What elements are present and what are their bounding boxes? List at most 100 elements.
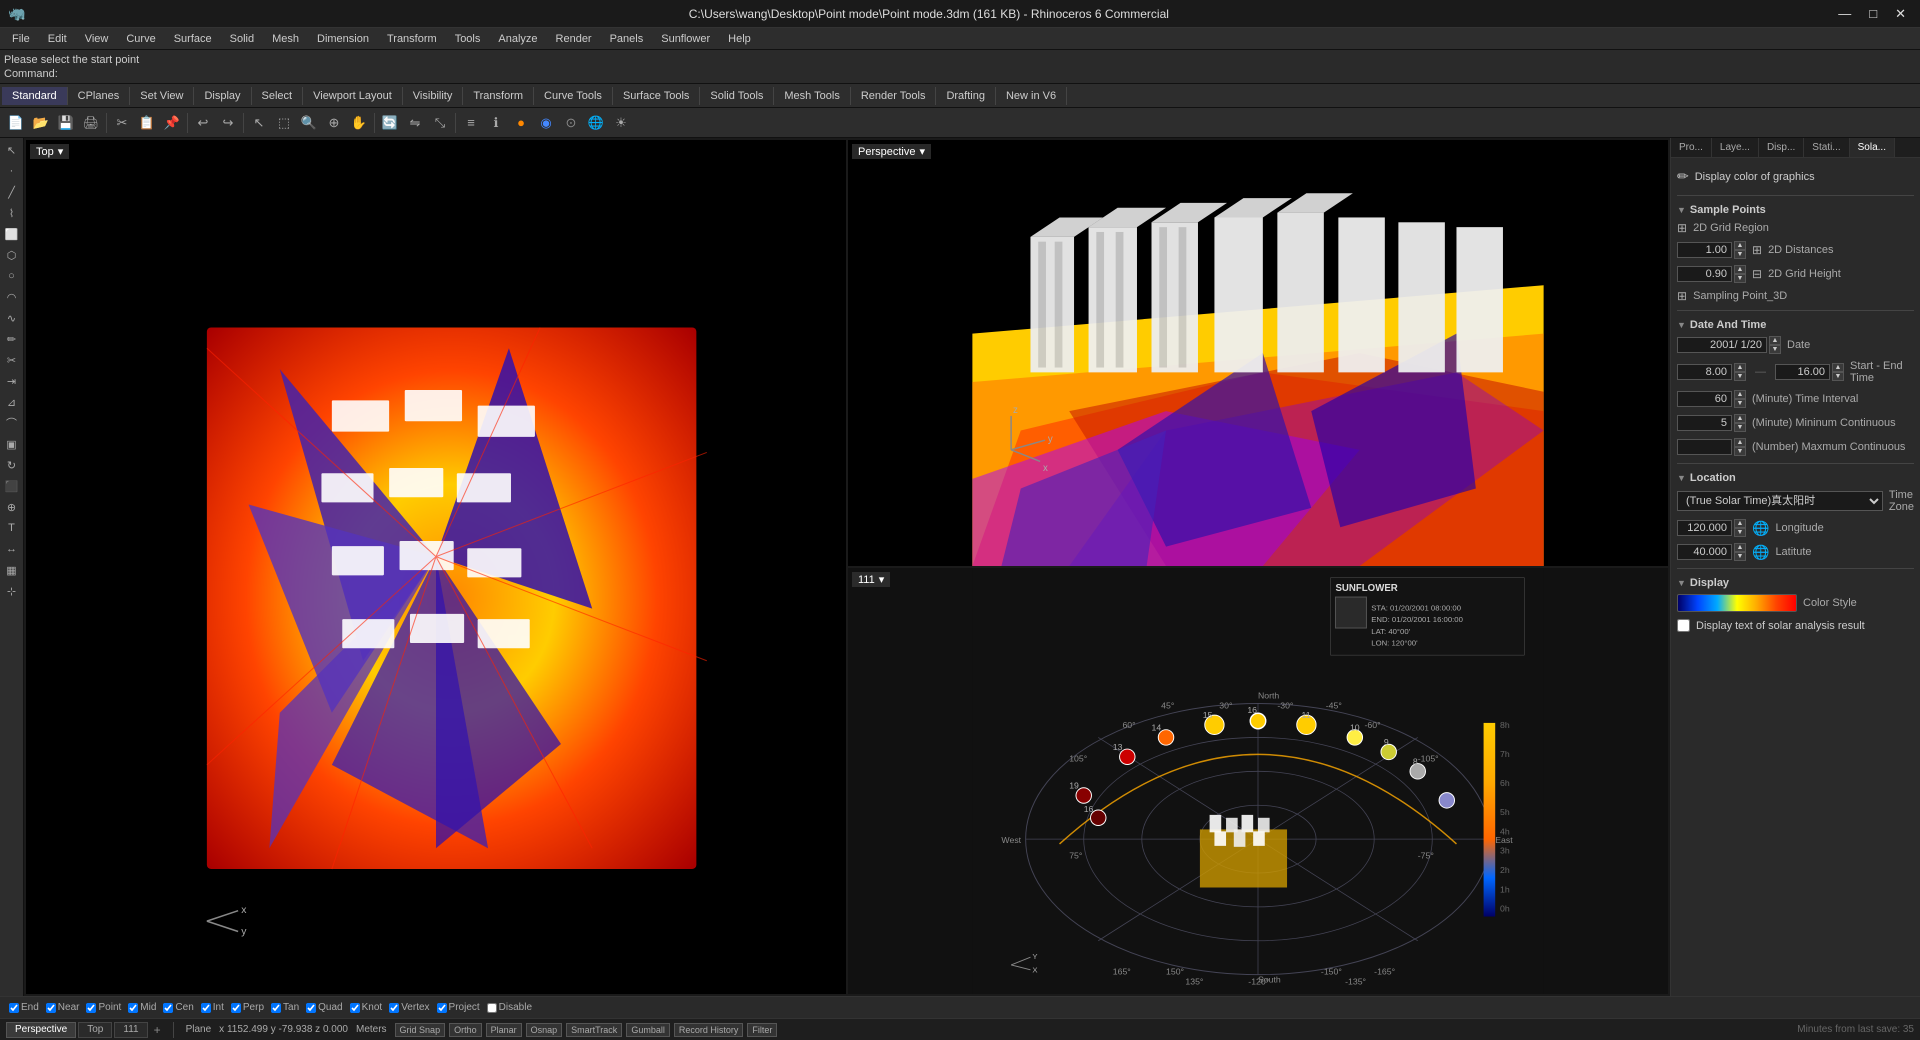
date-input[interactable]: [1677, 337, 1767, 353]
min-continuous-input[interactable]: [1677, 415, 1732, 431]
latitude-up[interactable]: ▲: [1734, 543, 1746, 552]
pan-icon[interactable]: ✋: [347, 111, 371, 135]
text-tool[interactable]: T: [2, 518, 22, 538]
arrow-tool[interactable]: ↖: [2, 140, 22, 160]
toolbar-tab-cplanes[interactable]: CPlanes: [68, 87, 131, 105]
boolean-tool[interactable]: ⊕: [2, 497, 22, 517]
menu-item-panels[interactable]: Panels: [602, 31, 652, 47]
viewport-top-label[interactable]: Top ▾: [30, 144, 69, 159]
timezone-select[interactable]: (True Solar Time)真太阳时: [1677, 491, 1883, 511]
toolbar-tab-standard[interactable]: Standard: [2, 87, 68, 105]
line-tool[interactable]: ╱: [2, 182, 22, 202]
start-down[interactable]: ▼: [1734, 372, 1746, 381]
gumball-toggle[interactable]: Gumball: [626, 1023, 670, 1037]
dimension-tool[interactable]: ↔: [2, 539, 22, 559]
toolbar-tab-viewport-layout[interactable]: Viewport Layout: [303, 87, 403, 105]
display-header[interactable]: ▼ Display: [1677, 573, 1914, 591]
print-icon[interactable]: 🖨: [79, 111, 103, 135]
viewport-perspective-label[interactable]: Perspective ▾: [852, 144, 931, 159]
window-select-icon[interactable]: ⬚: [272, 111, 296, 135]
arc-tool[interactable]: ◠: [2, 287, 22, 307]
snap-cen[interactable]: Cen: [160, 1001, 196, 1014]
start-time-input[interactable]: [1677, 364, 1732, 380]
location-header[interactable]: ▼ Location: [1677, 468, 1914, 486]
min-cont-up[interactable]: ▲: [1734, 414, 1746, 423]
toolbar-tab-set-view[interactable]: Set View: [130, 87, 194, 105]
menu-item-surface[interactable]: Surface: [166, 31, 220, 47]
move-tool[interactable]: ⊹: [2, 581, 22, 601]
polygon-tool[interactable]: ⬡: [2, 245, 22, 265]
color-icon[interactable]: ●: [509, 111, 533, 135]
add-viewport-button[interactable]: +: [150, 1022, 165, 1038]
wire-icon[interactable]: ⊙: [559, 111, 583, 135]
height-input[interactable]: [1677, 266, 1732, 282]
date-up[interactable]: ▲: [1769, 336, 1781, 345]
planar-toggle[interactable]: Planar: [486, 1023, 522, 1037]
end-down[interactable]: ▼: [1832, 372, 1844, 381]
maximize-button[interactable]: □: [1863, 4, 1883, 24]
menu-item-sunflower[interactable]: Sunflower: [653, 31, 718, 47]
mirror-icon[interactable]: ⇋: [403, 111, 427, 135]
snap-project[interactable]: Project: [434, 1001, 483, 1014]
latitude-down[interactable]: ▼: [1734, 552, 1746, 561]
viewport-perspective[interactable]: Perspective ▾: [848, 140, 1668, 566]
longitude-input[interactable]: [1677, 520, 1732, 536]
menu-item-edit[interactable]: Edit: [40, 31, 75, 47]
rp-tab-solar[interactable]: Sola...: [1850, 138, 1895, 157]
menu-item-solid[interactable]: Solid: [222, 31, 262, 47]
toolbar-tab-surface-tools[interactable]: Surface Tools: [613, 87, 700, 105]
trim-tool[interactable]: ✂: [2, 350, 22, 370]
toolbar-tab-new-in-v6[interactable]: New in V6: [996, 87, 1067, 105]
zoom-window-icon[interactable]: ⊕: [322, 111, 346, 135]
max-cont-up[interactable]: ▲: [1734, 438, 1746, 447]
height-up[interactable]: ▲: [1734, 265, 1746, 274]
toolbar-tab-drafting[interactable]: Drafting: [936, 87, 996, 105]
rp-tab-properties[interactable]: Pro...: [1671, 138, 1712, 157]
viewport-sunflower[interactable]: 111 ▾ North Sou: [848, 568, 1668, 994]
smarttrack-toggle[interactable]: SmartTrack: [566, 1023, 622, 1037]
menu-item-file[interactable]: File: [4, 31, 38, 47]
distances-up[interactable]: ▲: [1734, 241, 1746, 250]
toolbar-tab-select[interactable]: Select: [252, 87, 304, 105]
layer-icon[interactable]: ≡: [459, 111, 483, 135]
pencil-icon[interactable]: ✏: [1677, 168, 1689, 185]
copy-icon[interactable]: 📋: [135, 111, 159, 135]
select-icon[interactable]: ↖: [247, 111, 271, 135]
fillet-tool[interactable]: ⌒: [2, 413, 22, 433]
toolbar-tab-render-tools[interactable]: Render Tools: [851, 87, 937, 105]
latitude-input[interactable]: [1677, 544, 1732, 560]
interval-up[interactable]: ▲: [1734, 390, 1746, 399]
loft-tool[interactable]: ⬛: [2, 476, 22, 496]
menu-item-help[interactable]: Help: [720, 31, 759, 47]
point-tool[interactable]: ·: [2, 161, 22, 181]
menu-item-curve[interactable]: Curve: [118, 31, 163, 47]
snap-quad[interactable]: Quad: [303, 1001, 345, 1014]
menu-item-render[interactable]: Render: [548, 31, 600, 47]
snap-int[interactable]: Int: [198, 1001, 227, 1014]
menu-item-dimension[interactable]: Dimension: [309, 31, 377, 47]
osnap-toggle[interactable]: Osnap: [526, 1023, 563, 1037]
distances-down[interactable]: ▼: [1734, 250, 1746, 259]
globe-icon[interactable]: 🌐: [584, 111, 608, 135]
interval-input[interactable]: [1677, 391, 1732, 407]
viewport-sunflower-label[interactable]: 111 ▾: [852, 572, 890, 587]
curve-tool[interactable]: ∿: [2, 308, 22, 328]
extend-tool[interactable]: ⇥: [2, 371, 22, 391]
menu-item-tools[interactable]: Tools: [447, 31, 489, 47]
sunflower-icon[interactable]: ☀: [609, 111, 633, 135]
snap-point[interactable]: Point: [83, 1001, 124, 1014]
rp-tab-display[interactable]: Disp...: [1759, 138, 1804, 157]
height-down[interactable]: ▼: [1734, 274, 1746, 283]
snap-mid[interactable]: Mid: [125, 1001, 159, 1014]
snap-end[interactable]: End: [6, 1001, 42, 1014]
max-cont-down[interactable]: ▼: [1734, 447, 1746, 456]
sample-points-header[interactable]: ▼ Sample Points: [1677, 200, 1914, 218]
snap-knot[interactable]: Knot: [347, 1001, 386, 1014]
revolve-tool[interactable]: ↻: [2, 455, 22, 475]
max-continuous-input[interactable]: [1677, 439, 1732, 455]
minimize-button[interactable]: —: [1832, 4, 1857, 24]
menu-item-analyze[interactable]: Analyze: [490, 31, 545, 47]
rp-tab-statistics[interactable]: Stati...: [1804, 138, 1849, 157]
scale-icon[interactable]: ⤡: [428, 111, 452, 135]
material-icon[interactable]: ◉: [534, 111, 558, 135]
